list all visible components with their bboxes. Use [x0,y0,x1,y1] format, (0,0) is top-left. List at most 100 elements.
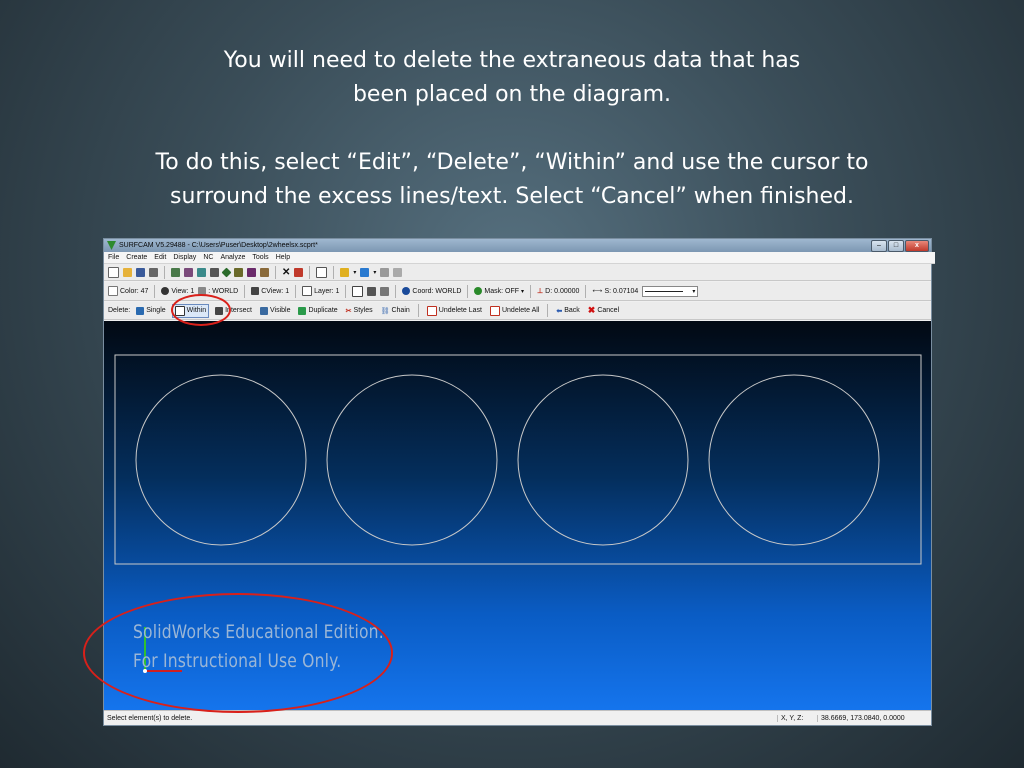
window-icon[interactable] [316,266,328,278]
delete-within-button[interactable]: Within [171,303,210,318]
delete-intersect-button[interactable]: Intersect [213,306,254,316]
step-field[interactable]: ⟷ S: 0.07104 [592,287,639,296]
title-bar[interactable]: SURFCAM V5.29488 - C:\Users\Puser\Deskto… [104,239,931,252]
menu-nc[interactable]: NC [203,254,213,261]
undelete-last-icon [426,305,437,316]
wand-icon[interactable] [340,267,350,277]
close-button[interactable]: x [905,240,929,252]
delete-intersect-label: Intersect [225,307,252,314]
layer-field[interactable]: Layer: 1 [302,286,339,296]
delete-duplicate-button[interactable]: Duplicate [296,306,339,316]
coord-field[interactable]: Coord: WORLD [402,287,461,295]
toolbar-divider [333,265,335,279]
menu-display[interactable]: Display [173,254,196,261]
toolbar-divider [154,284,156,298]
status-bar: Select element(s) to delete. X, Y, Z: 38… [104,710,931,725]
mask-label: Mask: OFF [484,287,520,295]
menu-bar: File Create Edit Display NC Analyze Tool… [104,252,935,264]
maximize-button[interactable]: □ [888,240,904,252]
duplicate-icon [298,306,307,315]
back-button[interactable]: ⬅ Back [554,306,581,316]
new-file-icon[interactable] [108,266,119,278]
delete-styles-button[interactable]: ✂ Styles [344,306,375,316]
toolbar-divider [345,284,347,298]
depth-field[interactable]: ⊥ D: 0.00000 [537,287,579,296]
rotate-icon[interactable] [184,267,193,277]
cancel-label: Cancel [597,307,620,314]
undelete-all-button[interactable]: Undelete All [488,305,541,317]
undelete-last-button[interactable]: Undelete Last [425,305,484,317]
delete-visible-button[interactable]: Visible [258,306,293,316]
delete-x-icon[interactable]: ✕ [282,267,290,278]
cancel-x-icon: ✖ [587,305,596,315]
status-message: Select element(s) to delete. [107,714,193,722]
hand-icon[interactable] [380,267,390,277]
delete-chain-label: Chain [391,307,410,314]
instruction-paragraph-2: To do this, select “Edit”, “Delete”, “Wi… [0,146,1024,214]
cview-label: CView: 1 [261,287,290,295]
arrow-down-icon[interactable] [360,267,370,277]
skip-icon[interactable] [210,267,219,277]
brush-icon[interactable] [260,267,269,277]
construction-plane-field[interactable]: : WORLD [198,287,238,295]
line-style-dropdown[interactable]: ▾ [642,285,699,297]
plane-icon [198,287,207,295]
graphics-viewport[interactable]: SolidWorks Educational Edition. For Inst… [104,321,931,712]
open-folder-icon[interactable] [123,267,132,277]
grid-alt-icon[interactable] [247,267,256,277]
pan-icon[interactable] [197,267,206,277]
menu-tools[interactable]: Tools [252,254,268,261]
instruction-line: To do this, select “Edit”, “Delete”, “Wi… [155,150,869,175]
mask-field[interactable]: Mask: OFF ▾ [474,287,524,295]
pointer-icon[interactable] [393,267,403,277]
mask-icon [474,287,483,295]
wheel-circle-3[interactable] [517,374,689,546]
chevron-down-icon[interactable]: ▾ [521,288,524,295]
menu-edit[interactable]: Edit [154,254,166,261]
layer-stack-icon[interactable] [380,286,390,296]
cview-field[interactable]: CView: 1 [251,287,289,295]
wheel-circle-4[interactable] [708,374,880,546]
menu-help[interactable]: Help [276,254,290,261]
menu-create[interactable]: Create [126,254,147,261]
layer-tool-icon[interactable] [352,285,364,297]
watermark-line-2[interactable]: For Instructional Use Only. [133,650,341,672]
toolbar-divider [309,265,311,279]
back-arrow-icon: ⬅ [556,307,563,315]
delete-single-button[interactable]: Single [134,306,167,316]
wheel-circle-2[interactable] [326,374,498,546]
color-field[interactable]: Color: 47 [108,286,148,296]
instruction-line: surround the excess lines/text. Select “… [170,184,854,209]
attributes-toolbar: Color: 47 View: 1 : WORLD CView: 1 Layer… [104,282,931,301]
scissors-icon[interactable] [294,267,304,277]
step-label: S: 0.07104 [604,287,639,295]
view-field[interactable]: View: 1 [161,287,194,295]
chevron-down-icon[interactable]: ▾ [373,269,376,276]
print-icon[interactable] [149,267,158,277]
intersect-icon [215,306,224,315]
delete-styles-label: Styles [353,307,373,314]
layer-icon [302,286,313,296]
diamond-icon[interactable] [221,267,232,277]
menu-analyze[interactable]: Analyze [220,254,245,261]
chevron-down-icon: ▾ [692,288,696,295]
wheel-circle-1[interactable] [135,374,307,546]
toolbar-divider [164,265,165,279]
undelete-last-label: Undelete Last [438,307,482,314]
minimize-button[interactable]: – [871,240,887,252]
toolbar-divider [547,304,549,317]
undelete-all-label: Undelete All [501,307,540,314]
delete-chain-button[interactable]: ⛓ Chain [379,306,412,316]
menu-file[interactable]: File [108,254,119,261]
save-icon[interactable] [136,267,145,277]
grid-icon[interactable] [234,267,243,277]
layer-list-icon[interactable] [367,286,377,296]
instruction-paragraph-1: You will need to delete the extraneous d… [0,44,1024,112]
instruction-line: been placed on the diagram. [352,82,672,107]
cancel-button[interactable]: ✖ Cancel [586,304,621,317]
zoom-fit-icon[interactable] [171,267,180,277]
delete-within-label: Within [186,307,207,314]
watermark-line-1[interactable]: SolidWorks Educational Edition. [133,621,384,643]
chevron-down-icon[interactable]: ▾ [353,269,356,276]
toolbar-divider [585,284,587,298]
